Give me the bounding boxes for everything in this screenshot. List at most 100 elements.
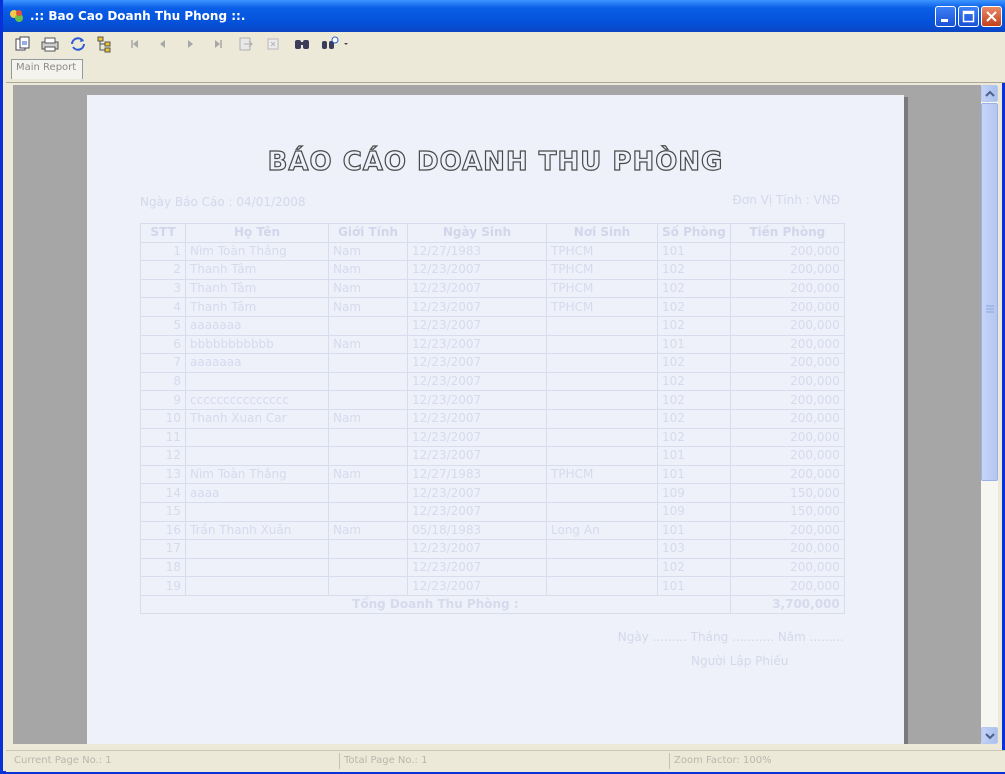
table-cell: 12/23/2007 xyxy=(407,576,547,596)
table-cell: 12/23/2007 xyxy=(407,315,547,336)
minimize-button[interactable] xyxy=(935,6,956,27)
table-cell: aaaa xyxy=(185,483,329,503)
table-cell: 102 xyxy=(657,427,731,448)
table-cell xyxy=(546,483,658,503)
next-page-icon xyxy=(188,40,193,48)
window-title: .:: Bao Cao Doanh Thu Phong ::. xyxy=(30,9,246,23)
table-cell: aaaaaaa xyxy=(185,315,329,336)
maximize-button[interactable] xyxy=(958,6,979,27)
table-header-row: STT Họ Tên Giới Tính Ngày Sinh Nơi Sinh … xyxy=(140,223,845,243)
table-cell: Thanh Tâm xyxy=(185,260,329,280)
stop-button[interactable] xyxy=(263,34,285,54)
print-button[interactable] xyxy=(39,34,61,54)
table-cell: TPHCM xyxy=(546,464,658,485)
first-page-button[interactable] xyxy=(123,34,145,54)
total-label: Tổng Doanh Thu Phòng : xyxy=(140,594,731,615)
vertical-scrollbar[interactable] xyxy=(981,85,998,744)
table-row: 5 aaaaaaa 12/23/2007 102 200,000 xyxy=(140,315,845,336)
table-cell: 101 xyxy=(657,334,731,355)
table-cell xyxy=(328,390,408,410)
chevron-up-icon xyxy=(985,90,995,97)
total-page-status: Total Page No.: 1 xyxy=(340,753,670,769)
table-cell xyxy=(185,557,329,578)
table-cell: TPHCM xyxy=(546,297,658,317)
tab-main-report[interactable]: Main Report xyxy=(11,59,83,79)
scroll-down-button[interactable] xyxy=(981,727,998,744)
table-cell xyxy=(328,353,408,373)
table-cell: 12/23/2007 xyxy=(407,260,547,280)
close-icon xyxy=(986,11,997,22)
table-cell: 12/23/2007 xyxy=(407,427,547,448)
table-cell xyxy=(328,427,408,448)
column-header: Số Phòng xyxy=(657,223,731,243)
revenue-table: STT Họ Tên Giới Tính Ngày Sinh Nơi Sinh … xyxy=(140,223,845,615)
table-cell: Nam xyxy=(328,260,408,280)
title-bar[interactable]: .:: Bao Cao Doanh Thu Phong ::. xyxy=(3,0,1005,32)
table-cell: 101 xyxy=(657,576,731,596)
search-button[interactable] xyxy=(291,34,313,54)
last-page-button[interactable] xyxy=(207,34,229,54)
group-tree-button[interactable] xyxy=(94,34,116,54)
table-cell xyxy=(328,315,408,336)
previous-page-icon xyxy=(160,40,165,48)
table-cell: 14 xyxy=(140,483,186,503)
table-cell: 200,000 xyxy=(729,371,845,392)
table-cell: 200,000 xyxy=(729,297,845,317)
report-preview-area[interactable]: BÁO CÁO DOANH THU PHÒNG Ngày Báo Cáo : 0… xyxy=(13,85,981,744)
table-row: 10 Thanh Xuan Car Nam 12/23/2007 102 200,000 xyxy=(140,408,845,429)
table-cell: 05/18/1983 xyxy=(407,520,547,541)
stop-icon xyxy=(267,38,279,50)
group-tree-icon xyxy=(97,36,111,53)
table-cell: 15 xyxy=(140,501,186,522)
grip-icon xyxy=(986,305,994,313)
table-cell: 102 xyxy=(657,278,731,299)
refresh-button[interactable] xyxy=(67,34,89,54)
table-cell: ccccccccccccccc xyxy=(185,390,329,410)
zoom-icon xyxy=(322,36,348,49)
table-cell xyxy=(185,576,329,596)
table-cell: 150,000 xyxy=(729,483,845,503)
close-button[interactable] xyxy=(981,6,1002,27)
table-cell: 200,000 xyxy=(729,446,845,466)
table-cell: 5 xyxy=(140,315,186,336)
report-title: BÁO CÁO DOANH THU PHÒNG xyxy=(267,146,724,177)
table-cell: 109 xyxy=(657,501,731,522)
currency-unit: Đơn Vị Tính : VNĐ xyxy=(732,193,840,207)
table-row: 17 12/23/2007 103 200,000 xyxy=(140,539,845,559)
scroll-thumb[interactable] xyxy=(981,103,998,481)
table-row: 13 Nìm Toàn Thắng Nam 12/27/1983 TPHCM 101 200… xyxy=(140,464,845,485)
minimize-icon xyxy=(941,19,948,22)
app-icon xyxy=(10,10,23,22)
table-cell: 200,000 xyxy=(729,334,845,355)
table-cell xyxy=(185,371,329,392)
table-row: 12 12/23/2007 101 200,000 xyxy=(140,446,845,466)
table-cell: 12 xyxy=(140,446,186,466)
table-cell: 12/23/2007 xyxy=(407,353,547,373)
table-row: 2 Thanh Tâm Nam 12/23/2007 TPHCM 102 200,000 xyxy=(140,260,845,280)
table-cell xyxy=(546,315,658,336)
report-date-value: 04/01/2008 xyxy=(236,195,306,209)
table-cell: 12/23/2007 xyxy=(407,539,547,559)
table-row: 11 12/23/2007 102 200,000 xyxy=(140,427,845,448)
zoom-button[interactable] xyxy=(319,34,349,54)
maximize-icon xyxy=(962,10,975,23)
report-date-label: Ngày Báo Cáo : xyxy=(140,195,233,209)
goto-page-button[interactable] xyxy=(235,34,257,54)
table-cell: 200,000 xyxy=(729,576,845,596)
table-cell xyxy=(546,371,658,392)
table-cell: 18 xyxy=(140,557,186,578)
scroll-up-button[interactable] xyxy=(981,85,998,102)
table-cell: 200,000 xyxy=(729,390,845,410)
export-button[interactable] xyxy=(12,34,34,54)
column-header: Tiền Phòng xyxy=(729,223,845,243)
table-cell: 12/23/2007 xyxy=(407,297,547,317)
report-page: BÁO CÁO DOANH THU PHÒNG Ngày Báo Cáo : 0… xyxy=(87,95,904,744)
table-row: 6 bbbbbbbbbbb Nam 12/23/2007 101 200,000 xyxy=(140,334,845,355)
column-header: Họ Tên xyxy=(185,223,329,243)
next-page-button[interactable] xyxy=(179,34,201,54)
table-cell: 102 xyxy=(657,557,731,578)
table-cell: Thanh Tâm xyxy=(185,297,329,317)
previous-page-button[interactable] xyxy=(151,34,173,54)
table-cell: 200,000 xyxy=(729,427,845,448)
table-row: 19 12/23/2007 101 200,000 xyxy=(140,576,845,596)
